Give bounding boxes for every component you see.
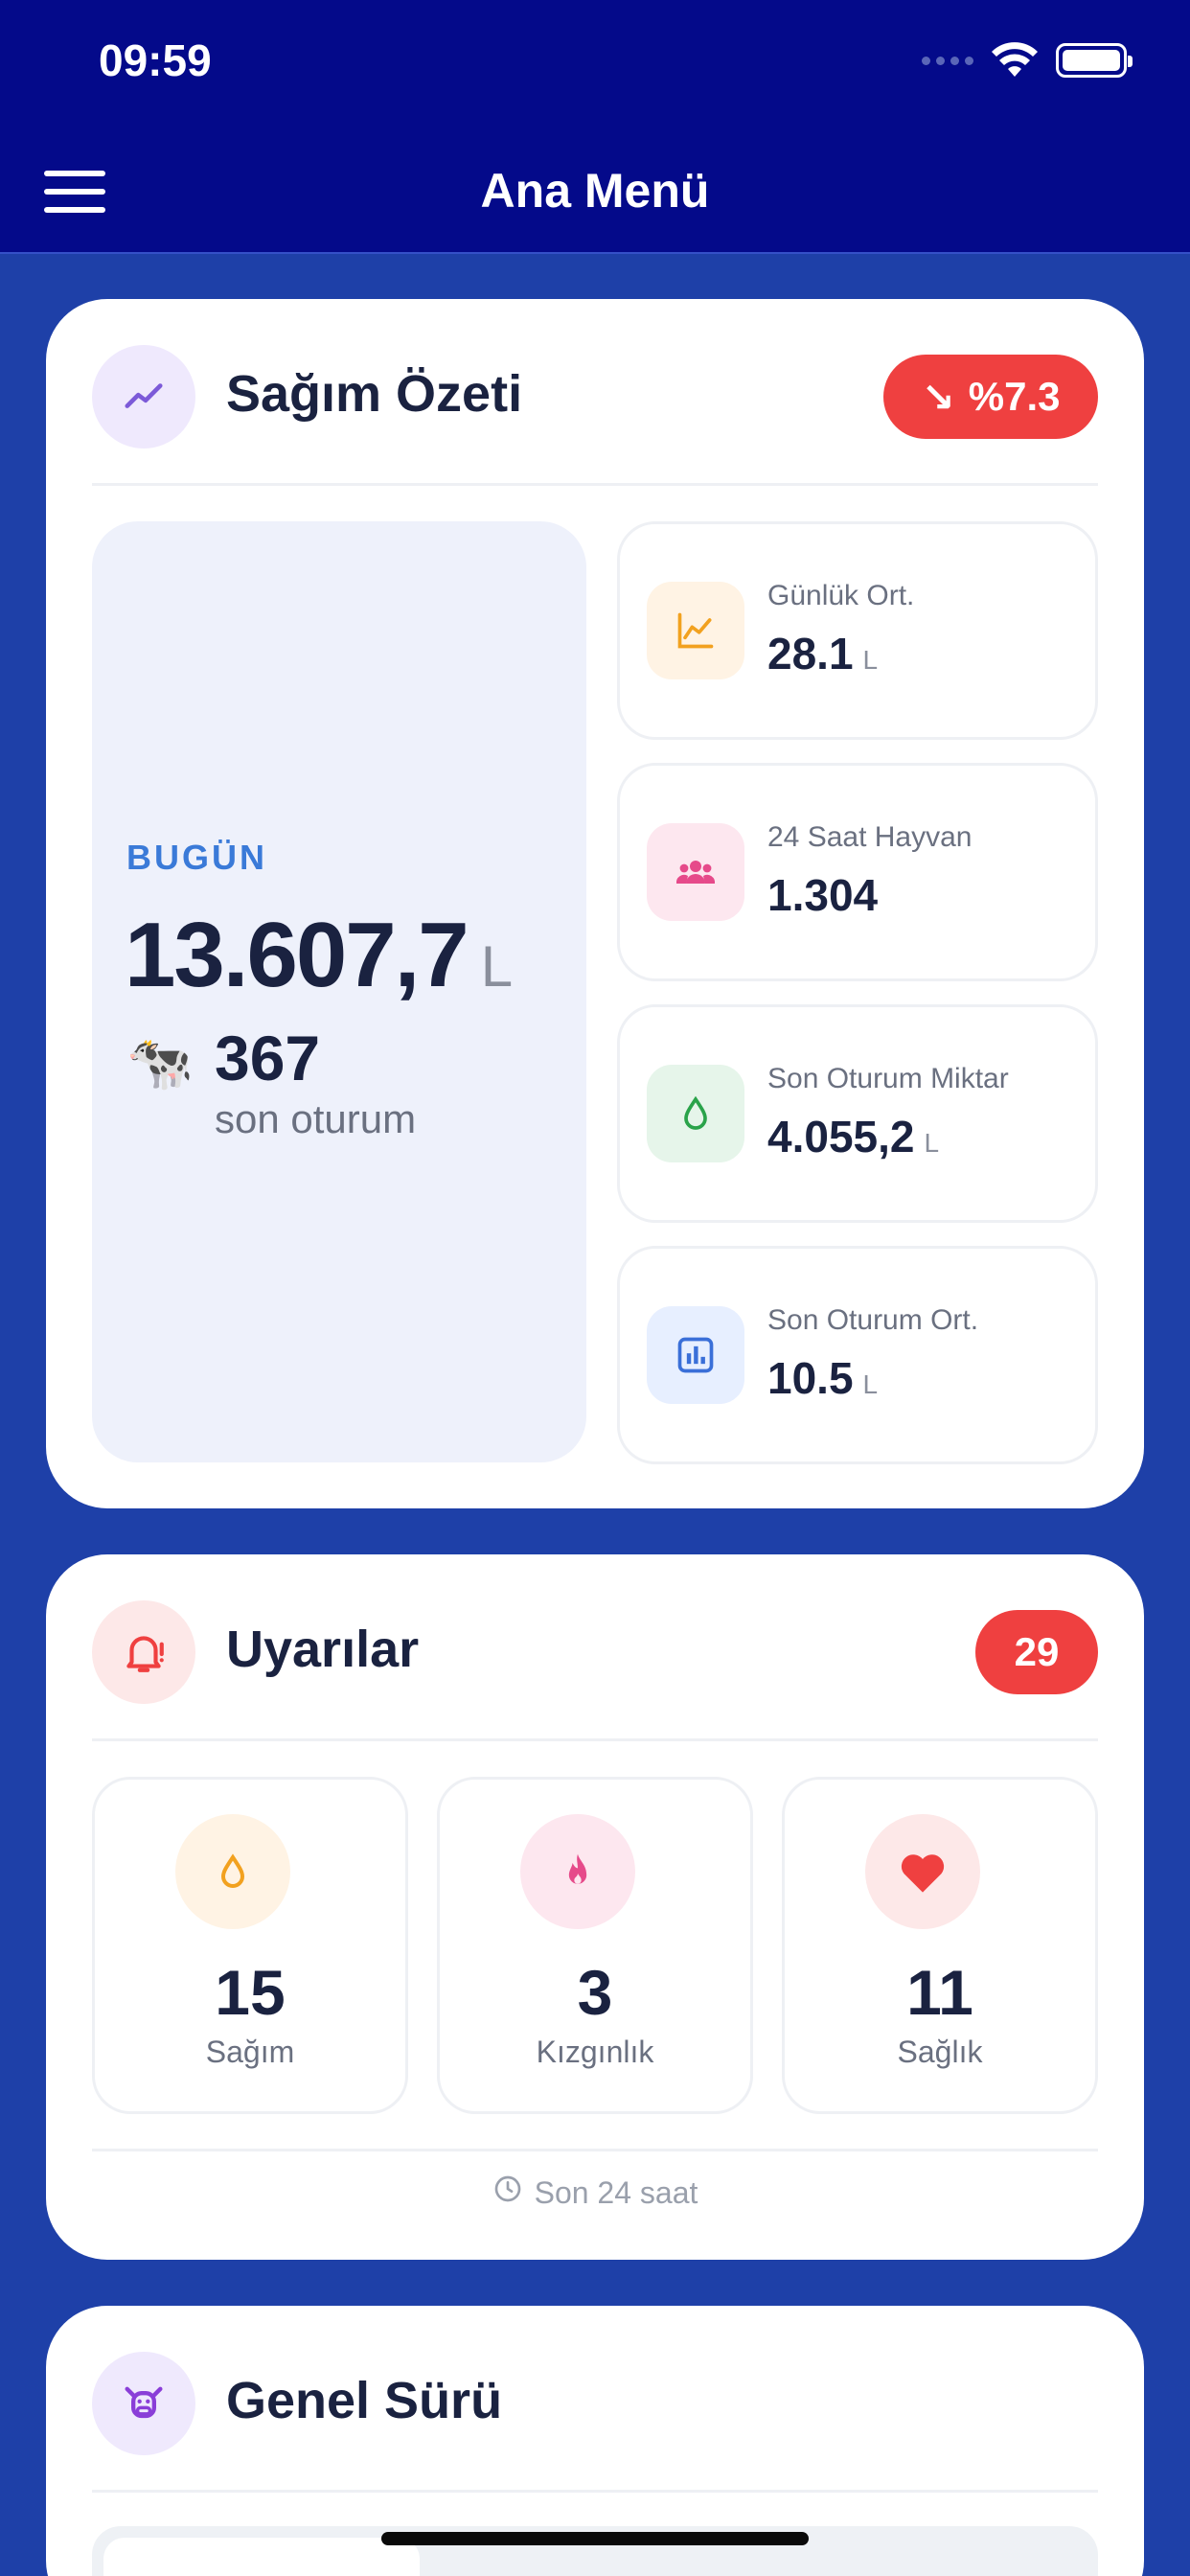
status-icons (922, 42, 1133, 79)
cow-face-icon (92, 2352, 195, 2455)
stat-daily-average[interactable]: Günlük Ort. 28.1 L (617, 521, 1098, 740)
stat-label: Günlük Ort. (767, 580, 915, 611)
wifi-icon (991, 42, 1039, 79)
alert-value: 15 (215, 1957, 286, 2028)
alert-health[interactable]: 11 Sağlık (782, 1777, 1098, 2114)
divider (92, 483, 1098, 486)
arrow-down-right-icon: ↘ (921, 374, 955, 420)
drop-icon (647, 1065, 744, 1162)
stat-value: 10.5 L (767, 1353, 879, 1403)
bar-chart-icon (647, 1306, 744, 1404)
alert-value: 3 (577, 1957, 613, 2028)
divider (92, 1738, 1098, 1741)
alert-label: Sağlık (897, 2035, 983, 2069)
signal-icon (922, 56, 973, 65)
footer-text: Son 24 saat (534, 2174, 698, 2210)
stat-value: 4.055,2 L (767, 1112, 940, 1162)
divider (92, 2490, 1098, 2493)
top-bar: 09:59 Ana Menü (0, 0, 1190, 254)
bell-alert-icon (92, 1600, 195, 1704)
stat-last-session-amount[interactable]: Son Oturum Miktar 4.055,2 L (617, 1004, 1098, 1223)
alert-label: Kızgınlık (536, 2035, 654, 2069)
alert-heat[interactable]: 3 Kızgınlık (437, 1777, 753, 2114)
alert-count-badge: 29 (975, 1610, 1098, 1694)
divider (92, 2149, 1098, 2151)
change-badge-text: %7.3 (968, 374, 1061, 419)
cow-icon: 🐄 (126, 1032, 194, 1092)
stat-value: 28.1 L (767, 629, 879, 678)
trend-line-icon (92, 345, 195, 448)
status-time: 09:59 (99, 35, 212, 85)
alert-value: 11 (906, 1957, 973, 2028)
stat-last-session-average[interactable]: Son Oturum Ort. 10.5 L (617, 1246, 1098, 1464)
milking-summary-card[interactable]: Sağım Özeti ↘ %7.3 BUGÜN 13.607,7 L 🐄 367… (46, 299, 1144, 1508)
stat-label: Son Oturum Miktar (767, 1063, 1009, 1094)
home-indicator (381, 2532, 809, 2545)
heart-icon (865, 1814, 980, 1929)
today-panel: BUGÜN 13.607,7 L 🐄 367 son oturum (92, 521, 586, 1462)
herd-tab-active[interactable] (103, 2538, 420, 2576)
alert-milking[interactable]: 15 Sağım (92, 1777, 408, 2114)
card-title: Uyarılar (226, 1621, 420, 1678)
today-value: 13.607,7 L (125, 904, 514, 1006)
group-icon (647, 823, 744, 921)
alerts-footer: Son 24 saat (46, 2174, 1144, 2212)
battery-icon (1056, 43, 1133, 78)
session-count: 367 (215, 1023, 321, 1093)
stat-value: 1.304 (767, 870, 879, 920)
stat-label: Son Oturum Ort. (767, 1304, 979, 1336)
session-label: son oturum (215, 1096, 417, 1141)
today-label: BUGÜN (126, 838, 267, 877)
card-title: Genel Sürü (226, 2372, 503, 2429)
clock-icon (492, 2174, 523, 2212)
line-chart-icon (647, 582, 744, 679)
flame-icon (520, 1814, 635, 1929)
stat-label: 24 Saat Hayvan (767, 821, 973, 853)
page-title: Ana Menü (480, 164, 710, 218)
card-title: Sağım Özeti (226, 365, 523, 423)
change-badge: ↘ %7.3 (883, 355, 1098, 439)
stat-24h-animals[interactable]: 24 Saat Hayvan 1.304 (617, 763, 1098, 981)
alert-label: Sağım (205, 2035, 295, 2069)
drop-icon (175, 1814, 290, 1929)
alerts-card[interactable]: Uyarılar 29 15 Sağım 3 Kızgınlık 11 Sağl… (46, 1554, 1144, 2260)
